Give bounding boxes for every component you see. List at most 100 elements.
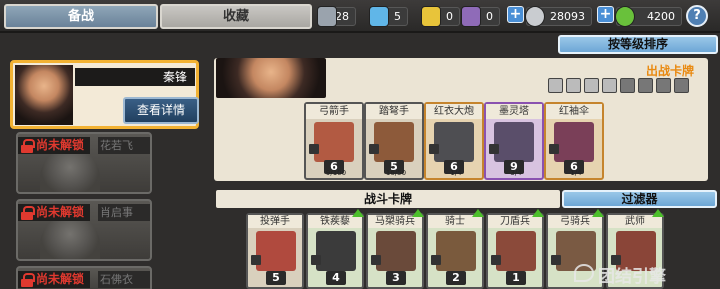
locked-hero-2[interactable]: 尚未解锁 肖启事 — [16, 199, 152, 261]
card-name: 弓箭手 — [306, 104, 362, 119]
skill-slot-icon[interactable] — [566, 78, 581, 93]
upgrade-arrow-icon — [532, 209, 544, 217]
card-art — [316, 231, 356, 271]
locked-label: 尚未解锁 — [18, 137, 91, 154]
watermark-text: 团结引擎 — [598, 267, 666, 287]
card-level: 5 — [266, 271, 286, 285]
card-type-icon — [431, 255, 441, 265]
deck-card[interactable]: 墨灵塔 9 3/4 — [484, 102, 544, 180]
combat-card[interactable]: 刀盾兵 1 — [486, 209, 544, 289]
upgrade-arrow-icon — [652, 209, 664, 217]
skill-icons — [548, 78, 696, 98]
skill-slot-icon[interactable] — [584, 78, 599, 93]
card-type-icon — [309, 144, 319, 154]
card-art — [494, 122, 534, 162]
card-type-icon — [371, 255, 381, 265]
card-art — [256, 231, 296, 271]
upgrade-arrow-icon — [352, 209, 364, 217]
upgrade-arrow-icon — [472, 209, 484, 217]
skill-slot-icon[interactable] — [620, 78, 635, 93]
filter-button[interactable]: 过滤器 — [562, 190, 717, 208]
resource-gray: 28 — [317, 6, 356, 27]
locked-hero-name: 肖启事 — [98, 204, 150, 221]
blue-gem-icon — [369, 6, 389, 27]
card-count: 3/4 — [510, 169, 522, 177]
silver-coin-icon — [525, 6, 545, 27]
card-name: 墨灵塔 — [486, 104, 542, 119]
upgrade-arrow-icon — [412, 209, 424, 217]
resource-blue: 5 — [369, 6, 408, 27]
card-art — [314, 122, 354, 162]
locked-label: 尚未解锁 — [18, 204, 91, 221]
hero-portrait — [15, 65, 73, 125]
engine-logo-icon — [574, 264, 594, 282]
hero-silhouette — [40, 215, 100, 259]
card-art — [374, 122, 414, 162]
gold-gem-icon — [421, 6, 441, 27]
combat-card[interactable]: 铁蒺藜 4 — [306, 209, 364, 289]
card-type-icon — [489, 144, 499, 154]
skill-slot-icon[interactable] — [602, 78, 617, 93]
combat-card[interactable]: 投弹手 5 — [246, 213, 304, 289]
deck-card[interactable]: 红袖伞 6 1/4 — [544, 102, 604, 180]
card-art — [436, 231, 476, 271]
combat-card[interactable]: 马槊骑兵 3 — [366, 209, 424, 289]
resource-purple: 0 — [461, 6, 500, 27]
card-type-icon — [549, 144, 559, 154]
lock-icon — [21, 206, 35, 220]
watermark: 团结引擎 — [574, 262, 714, 287]
hero-list: 秦锋 查看详情 尚未解锁 花若飞 尚未解锁 肖启事 尚未解锁 石佛衣 — [10, 60, 200, 289]
card-level: 3 — [386, 271, 406, 285]
locked-hero-name: 花若飞 — [98, 137, 150, 154]
purple-gem-icon — [461, 6, 481, 27]
locked-text: 尚未解锁 — [36, 138, 85, 152]
card-art — [376, 231, 416, 271]
card-type-icon — [551, 255, 561, 265]
card-name: 红衣大炮 — [426, 104, 482, 119]
locked-hero-1[interactable]: 尚未解锁 花若飞 — [16, 132, 152, 194]
resource-value: 0 — [446, 10, 453, 23]
card-count: 1/4 — [570, 169, 582, 177]
card-type-icon — [429, 144, 439, 154]
card-type-icon — [251, 255, 261, 265]
help-button[interactable]: ? — [686, 5, 708, 27]
card-name: 红袖伞 — [546, 104, 602, 119]
top-bar: 备战 收藏 28 5 0 0 + 28093 + 4200 ? — [0, 0, 720, 33]
skill-slot-icon[interactable] — [548, 78, 563, 93]
deck-hero-portrait — [216, 58, 326, 98]
hero-card-selected[interactable]: 秦锋 查看详情 — [10, 60, 199, 129]
resource-value: 5 — [394, 10, 401, 23]
deck-card[interactable]: 踏弩手 5 16/50 — [364, 102, 424, 180]
add-coin-button[interactable]: + — [507, 6, 524, 23]
combat-card[interactable]: 骑士 2 — [426, 209, 484, 289]
skill-slot-icon[interactable] — [656, 78, 671, 93]
resource-gold: 0 — [421, 6, 460, 27]
combat-cards-header: 战斗卡牌 — [216, 190, 560, 208]
locked-text: 尚未解锁 — [36, 205, 85, 219]
lock-icon — [21, 139, 35, 153]
deck-panel: 出战卡牌 弓箭手 6 9/100 踏弩手 5 16/50 红衣大炮 6 1/4 墨灵塔 9 3/4 红袖… — [214, 58, 708, 181]
locked-label: 尚未解锁 — [18, 271, 91, 288]
hero-name: 秦锋 — [75, 68, 195, 86]
card-art — [496, 231, 536, 271]
resource-value: 28093 — [550, 10, 585, 23]
resource-value: 4200 — [647, 10, 675, 23]
view-details-button[interactable]: 查看详情 — [123, 97, 199, 124]
add-gem-button[interactable]: + — [597, 6, 614, 23]
card-level: 2 — [446, 271, 466, 285]
card-art — [434, 122, 474, 162]
deck-card[interactable]: 红衣大炮 6 1/4 — [424, 102, 484, 180]
locked-hero-3[interactable]: 尚未解锁 石佛衣 — [16, 266, 152, 289]
tab-prepare[interactable]: 备战 — [4, 4, 158, 29]
card-type-icon — [491, 255, 501, 265]
deck-card[interactable]: 弓箭手 6 9/100 — [304, 102, 364, 180]
gray-gem-icon — [317, 6, 337, 27]
skill-slot-icon[interactable] — [674, 78, 689, 93]
card-art — [554, 122, 594, 162]
resource-silver: 28093 — [525, 6, 592, 27]
sort-by-level-button[interactable]: 按等级排序 — [558, 35, 718, 54]
card-type-icon — [369, 144, 379, 154]
tab-collection[interactable]: 收藏 — [160, 4, 312, 29]
resource-green: 4200 — [615, 6, 682, 27]
skill-slot-icon[interactable] — [638, 78, 653, 93]
